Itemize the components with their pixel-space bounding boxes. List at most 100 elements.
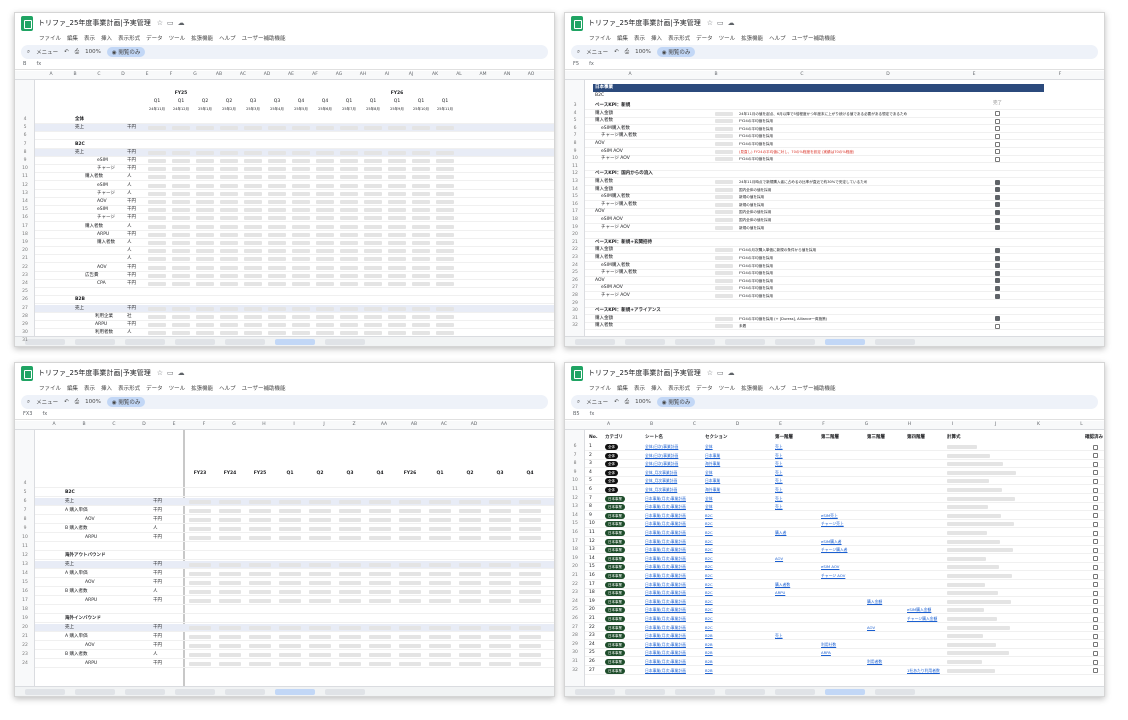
done-checkbox[interactable]	[995, 156, 1000, 162]
level-link[interactable]: チャージ購入金額	[907, 615, 937, 623]
row-number[interactable]: 31	[15, 337, 35, 345]
column-letter[interactable]: B	[63, 71, 87, 79]
sheet-link[interactable]: 全体(日次)事業計画	[645, 460, 678, 468]
section-link[interactable]: B2C	[705, 606, 713, 614]
row-number[interactable]: 19	[565, 555, 585, 563]
sheet-tab[interactable]	[775, 688, 815, 695]
sheet-tab[interactable]	[825, 688, 865, 695]
sheet-link[interactable]: 日本事業(月次)事業計画	[645, 641, 686, 649]
sheet-link[interactable]: 全体_月次事業計画	[645, 486, 677, 494]
column-letter[interactable]: I	[279, 421, 309, 429]
sheet-link[interactable]: 全体(日次)事業計画	[645, 443, 678, 451]
sheet-tab[interactable]	[725, 338, 765, 345]
verified-checkbox[interactable]	[1093, 556, 1098, 562]
cell-grid[interactable]: A B C D E F G H I J K L No. カテゴリ シート名 セクション 第一階層 第二階層 第三階層…	[565, 421, 1104, 686]
sheet-tab[interactable]	[325, 338, 365, 345]
level-link[interactable]: eSIM購入金額	[907, 606, 931, 614]
section-link[interactable]: B2B	[705, 632, 713, 640]
row-number[interactable]: 4	[15, 116, 35, 124]
row-number[interactable]: 25	[15, 288, 35, 296]
section-link[interactable]: B2C	[705, 589, 713, 597]
verified-checkbox[interactable]	[1093, 444, 1098, 450]
table-row[interactable]	[35, 288, 554, 297]
verified-checkbox[interactable]	[1093, 547, 1098, 553]
cell-reference[interactable]: B5	[573, 411, 580, 417]
menu-item[interactable]: 表示形式	[118, 34, 140, 42]
done-checkbox[interactable]	[995, 225, 1000, 231]
sheet-tab[interactable]	[225, 338, 265, 345]
search-icon[interactable]: ⌕	[577, 399, 580, 406]
level-link[interactable]: 売上	[775, 495, 783, 503]
print-icon[interactable]: ⎙	[625, 399, 629, 406]
sheets-logo-icon[interactable]	[571, 365, 583, 381]
row-number[interactable]: 26	[565, 615, 585, 623]
menu-item[interactable]: ファイル	[589, 384, 611, 392]
doc-title[interactable]: トリファ_25年度事業計画|予実管理	[38, 368, 151, 378]
column-letter[interactable]: B	[69, 421, 99, 429]
row-number[interactable]: 19	[15, 239, 35, 247]
row-number[interactable]: 22	[565, 581, 585, 589]
level-link[interactable]: eSIM購入者	[821, 538, 842, 546]
menu-item[interactable]: データ	[696, 384, 713, 392]
row-number[interactable]: 11	[565, 486, 585, 494]
sheet-link[interactable]: 日本事業(月次)事業計画	[645, 538, 686, 546]
verified-checkbox[interactable]	[1093, 668, 1098, 674]
row-number[interactable]: 20	[15, 247, 35, 255]
verified-checkbox[interactable]	[1093, 573, 1098, 579]
row-number[interactable]: 12	[565, 495, 585, 503]
table-row[interactable]	[35, 615, 554, 623]
sheet-link[interactable]: 日本事業(月次)事業計画	[645, 589, 686, 597]
verified-checkbox[interactable]	[1093, 470, 1098, 476]
category-chip[interactable]: 日本事業	[605, 555, 625, 562]
zoom-select[interactable]: 100%	[635, 49, 651, 55]
cell-grid[interactable]: A B C D E F G H I J Z AA AB AC AD FY23 FY24 FY25 Q1 Q2 Q3 Q4 F…	[15, 421, 554, 686]
sheet-link[interactable]: 日本事業(月次)事業計画	[645, 624, 686, 632]
category-chip[interactable]: 日本事業	[605, 512, 625, 519]
menu-search-label[interactable]: メニュー	[36, 398, 58, 406]
row-number[interactable]: 4	[15, 480, 35, 488]
sheet-tab[interactable]	[875, 688, 915, 695]
menu-item[interactable]: 表示	[634, 34, 645, 42]
verified-checkbox[interactable]	[1093, 564, 1098, 570]
category-chip[interactable]: 日本事業	[605, 564, 625, 571]
sheet-tab[interactable]	[125, 338, 165, 345]
row-number[interactable]: 26	[15, 296, 35, 304]
category-chip[interactable]: 日本事業	[605, 598, 625, 605]
section-link[interactable]: B2C	[705, 538, 713, 546]
verified-checkbox[interactable]	[1093, 582, 1098, 588]
sheet-link[interactable]: 日本事業(月次)事業計画	[645, 512, 686, 520]
menu-item[interactable]: 表示	[84, 34, 95, 42]
section-link[interactable]: B2B	[705, 667, 713, 675]
done-checkbox[interactable]	[995, 247, 1000, 253]
sheet-tab[interactable]	[175, 338, 215, 345]
menu-item[interactable]: 表示	[634, 384, 645, 392]
sheet-link[interactable]: 日本事業(月次)事業計画	[645, 649, 686, 657]
row-number[interactable]: 9	[15, 525, 35, 533]
done-checkbox[interactable]	[995, 217, 1000, 223]
done-checkbox[interactable]	[995, 202, 1000, 208]
cell-area[interactable]: 日本事業 B2C 完了 ベースKPI：新規 購入金額 24年11月の値を起点、6月以降で5…	[585, 80, 1104, 336]
category-chip[interactable]: 日本事業	[605, 538, 625, 545]
folder-icon[interactable]: ▭	[717, 19, 724, 27]
row-number[interactable]: 6	[565, 443, 585, 451]
section-link[interactable]: B2C	[705, 598, 713, 606]
sheets-logo-icon[interactable]	[21, 15, 33, 31]
menu-search-label[interactable]: メニュー	[586, 398, 608, 406]
view-only-button[interactable]: ◉ 閲覧のみ	[656, 47, 696, 57]
column-letter[interactable]: B	[673, 71, 759, 79]
done-checkbox[interactable]	[995, 278, 1000, 284]
print-icon[interactable]: ⎙	[625, 49, 629, 56]
column-letter[interactable]: F	[1017, 71, 1103, 79]
column-letter[interactable]: H	[249, 421, 279, 429]
column-letter[interactable]: A	[587, 421, 630, 429]
section-link[interactable]: B2C	[705, 555, 713, 563]
column-letter[interactable]: L	[1060, 421, 1103, 429]
column-letter[interactable]: A	[587, 71, 673, 79]
sheet-tab[interactable]	[625, 688, 665, 695]
sheet-link[interactable]: 日本事業(月次)事業計画	[645, 546, 686, 554]
table-row[interactable]	[35, 141, 554, 149]
column-letter[interactable]: B	[630, 421, 673, 429]
verified-checkbox[interactable]	[1093, 625, 1098, 631]
done-checkbox[interactable]	[995, 118, 1000, 124]
menu-item[interactable]: 挿入	[101, 384, 112, 392]
